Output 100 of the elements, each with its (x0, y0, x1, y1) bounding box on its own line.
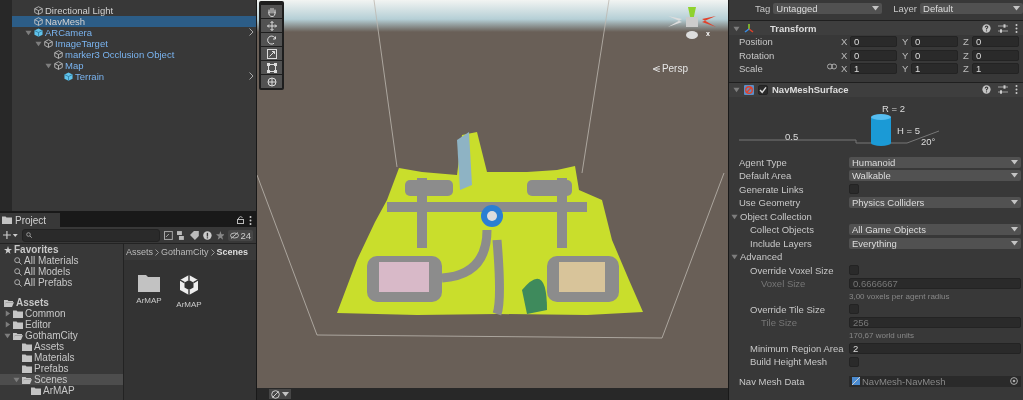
open-folder-icon (22, 375, 32, 384)
number-field[interactable]: 0 (911, 49, 958, 61)
folder-item[interactable]: Editor (0, 319, 123, 330)
file-label[interactable]: ArMAP (176, 300, 202, 309)
move-tool-button[interactable] (261, 19, 282, 32)
number-field[interactable]: 1 (850, 63, 897, 75)
sliders-icon[interactable] (998, 23, 1008, 33)
number-field[interactable]: 0 (911, 36, 958, 48)
assets-header[interactable]: Assets (16, 297, 49, 308)
property-label: Minimum Region Area (750, 342, 845, 354)
hierarchy-item[interactable]: Map (12, 60, 256, 71)
number-field[interactable]: 1 (911, 63, 958, 75)
dropdown-caret-icon (1011, 159, 1018, 165)
tag-icon[interactable] (189, 230, 199, 240)
dropdown[interactable]: Humanoid (849, 156, 1021, 168)
foldout-arrow-icon[interactable] (25, 29, 32, 36)
unity-cube-icon[interactable] (178, 274, 200, 296)
foldout-arrow-icon[interactable] (35, 40, 42, 47)
number-field[interactable]: 0 (972, 49, 1019, 61)
rotate-tool-button[interactable] (261, 33, 282, 46)
chevron-right-icon[interactable] (249, 72, 254, 80)
kebab-menu-icon[interactable] (1015, 23, 1018, 33)
property-label: Position (739, 36, 773, 48)
foldout-arrow-icon[interactable] (4, 321, 11, 328)
projection-label[interactable]: Persp (661, 63, 688, 74)
hierarchy-item[interactable]: Terrain (12, 71, 256, 82)
hierarchy-item[interactable]: NavMesh (12, 16, 256, 27)
object-field[interactable]: NavMesh-NavMesh (849, 375, 1021, 387)
add-icon[interactable] (3, 231, 18, 239)
hierarchy-item-label: Map (65, 60, 84, 71)
search-icon (14, 267, 22, 276)
folder-item[interactable]: Assets (0, 341, 123, 352)
help-icon[interactable] (982, 85, 991, 94)
filter-icon[interactable] (177, 230, 186, 240)
favorites-header[interactable]: Favorites (14, 244, 59, 255)
layer-dropdown[interactable]: Default (920, 2, 1023, 14)
dropdown[interactable]: Everything (849, 237, 1021, 249)
lock-icon[interactable] (237, 216, 244, 224)
hand-tool-button[interactable] (261, 5, 282, 18)
file-label[interactable]: ArMAP (136, 296, 162, 305)
axis-label: Y (902, 49, 910, 61)
dropdown[interactable]: Walkable (849, 170, 1021, 182)
breadcrumb-item[interactable]: GothamCity (161, 247, 209, 257)
favorite-item[interactable]: All Prefabs (24, 277, 73, 288)
number-field[interactable]: 0 (850, 49, 897, 61)
kebab-menu-icon[interactable] (249, 215, 252, 225)
number-field[interactable]: 1 (972, 63, 1019, 75)
target-picker-icon[interactable] (1010, 377, 1018, 386)
search-field[interactable] (21, 228, 161, 242)
link-icon[interactable] (827, 63, 837, 71)
foldout-header[interactable]: Advanced (731, 251, 841, 263)
help-icon[interactable] (982, 23, 991, 33)
foldout-arrow-icon[interactable] (733, 86, 740, 93)
foldout-arrow-icon[interactable] (45, 62, 52, 69)
foldout-arrow-icon[interactable] (731, 212, 738, 220)
number-field[interactable]: 0 (850, 36, 897, 48)
breadcrumb-item[interactable]: Assets (126, 247, 153, 257)
foldout-header[interactable]: Object Collection (731, 210, 841, 222)
dropdown[interactable]: All Game Objects (849, 224, 1021, 236)
folder-item[interactable]: Prefabs (0, 363, 123, 374)
transform-tool-button[interactable] (261, 75, 282, 88)
kebab-menu-icon[interactable] (1015, 85, 1018, 94)
dropdown[interactable]: Physics Colliders (849, 197, 1021, 209)
tag-dropdown[interactable]: Untagged (773, 2, 883, 14)
filter-type-icon[interactable] (164, 230, 174, 240)
component-title[interactable]: Transform (770, 22, 817, 34)
folder-label: Prefabs (34, 363, 69, 374)
favorite-item[interactable]: All Materials (24, 255, 79, 266)
foldout-arrow-icon[interactable] (4, 310, 11, 317)
hierarchy-item[interactable]: ARCamera (12, 27, 256, 38)
project-tab[interactable]: Project (0, 213, 61, 227)
star-icon[interactable] (215, 230, 225, 240)
chevron-right-icon[interactable] (249, 28, 254, 36)
favorite-item[interactable]: All Models (24, 266, 71, 277)
folder-item[interactable]: Materials (0, 352, 123, 363)
foldout-arrow-icon[interactable] (4, 332, 11, 339)
folder-item[interactable]: ArMAP (0, 385, 123, 396)
breadcrumb-item[interactable]: Scenes (216, 247, 249, 257)
folder-item[interactable]: Scenes (0, 374, 123, 385)
step-height-label: 0.5 (785, 130, 799, 142)
foldout-arrow-icon[interactable] (731, 253, 738, 261)
folder-item[interactable]: Common (0, 308, 123, 319)
enabled-checkbox[interactable] (758, 84, 768, 95)
folder-item[interactable]: GothamCity (0, 330, 123, 341)
hierarchy-item[interactable]: ImageTarget (12, 38, 256, 49)
property-label: Nav Mesh Data (739, 375, 806, 387)
number-field[interactable]: 2 (849, 342, 1021, 354)
rect-tool-button[interactable] (261, 61, 282, 74)
number-field[interactable]: 0 (972, 36, 1019, 48)
folder-icon[interactable] (138, 274, 160, 292)
sliders-icon[interactable] (998, 85, 1008, 94)
warning-icon[interactable] (202, 230, 212, 240)
scale-tool-button[interactable] (261, 47, 282, 60)
component-title[interactable]: NavMeshSurface (772, 84, 849, 95)
gizmo-toggle-button[interactable] (269, 389, 291, 399)
cube-icon (54, 61, 63, 70)
hierarchy-item[interactable]: marker3 Occlusion Object (12, 49, 256, 60)
hierarchy-item[interactable]: Directional Light (12, 5, 256, 16)
foldout-arrow-icon[interactable] (733, 24, 740, 32)
hidden-count-badge[interactable]: 24 (228, 229, 253, 241)
